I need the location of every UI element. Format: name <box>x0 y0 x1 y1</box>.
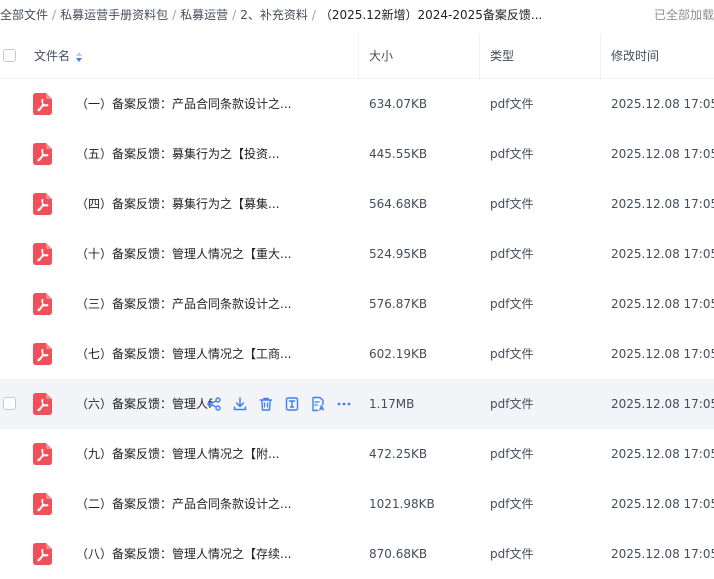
pdf-file-icon <box>33 293 52 315</box>
file-name[interactable]: （十）备案反馈：管理人情况之【重大... <box>76 229 291 279</box>
table-row[interactable]: （九）备案反馈：管理人情况之【附... 472.25KB pdf文件 2025.… <box>0 429 714 479</box>
file-size: 1021.98KB <box>369 497 435 511</box>
file-modified-time: 2025.12.08 17:05 <box>611 347 714 361</box>
file-name[interactable]: （四）备案反馈：募集行为之【募集... <box>76 179 279 229</box>
table-row[interactable]: （四）备案反馈：募集行为之【募集... 564.68KB pdf文件 2025.… <box>0 179 714 229</box>
file-modified-time: 2025.12.08 17:05 <box>611 297 714 311</box>
column-divider[interactable] <box>600 34 601 78</box>
download-icon[interactable] <box>232 396 248 412</box>
column-divider[interactable] <box>479 34 480 78</box>
file-name[interactable]: （五）备案反馈：募集行为之【投资... <box>76 129 279 179</box>
column-header-name-label: 文件名 <box>34 49 71 63</box>
file-size: 870.68KB <box>369 547 428 561</box>
delete-icon[interactable] <box>258 396 274 412</box>
column-header-size[interactable]: 大小 <box>369 34 393 78</box>
pdf-file-icon <box>33 493 52 515</box>
breadcrumb: 全部文件 / 私募运营手册资料包 / 私募运营/2、补充资料 / （2025.12新增）20… <box>0 0 714 30</box>
table-row[interactable]: （六）备案反馈：管理人f 1.17MB pdf文件 2025.12.08 17:… <box>0 379 714 429</box>
breadcrumb-separator: / <box>311 8 316 22</box>
breadcrumb-item-operations[interactable]: 私募运营 <box>180 8 228 22</box>
file-modified-time: 2025.12.08 17:05 <box>611 197 714 211</box>
file-name[interactable]: （一）备案反馈：产品合同条款设计之... <box>76 79 291 129</box>
file-modified-time: 2025.12.08 17:05 <box>611 147 714 161</box>
more-icon[interactable] <box>336 396 352 412</box>
row-checkbox[interactable] <box>3 397 16 410</box>
pdf-file-icon <box>33 243 52 265</box>
column-header-name[interactable]: 文件名 <box>34 34 84 78</box>
file-size: 472.25KB <box>369 447 428 461</box>
pdf-file-icon <box>33 143 52 165</box>
breadcrumb-separator: / <box>172 8 177 22</box>
file-type: pdf文件 <box>490 547 534 561</box>
file-modified-time: 2025.12.08 17:05 <box>611 497 714 511</box>
file-type: pdf文件 <box>490 397 534 411</box>
file-name[interactable]: （七）备案反馈：管理人情况之【工商... <box>76 329 291 379</box>
file-size: 524.95KB <box>369 247 428 261</box>
file-type: pdf文件 <box>490 97 534 111</box>
file-modified-time: 2025.12.08 17:05 <box>611 397 714 411</box>
file-modified-time: 2025.12.08 17:05 <box>611 547 714 561</box>
table-header: 文件名 大小 类型 修改时间 <box>0 34 714 79</box>
file-table: 文件名 大小 类型 修改时间 （一）备案反馈：产品合同条款设计之... 634.… <box>0 34 714 579</box>
file-size: 445.55KB <box>369 147 428 161</box>
file-size: 634.07KB <box>369 97 428 111</box>
table-row[interactable]: （一）备案反馈：产品合同条款设计之... 634.07KB pdf文件 2025… <box>0 79 714 129</box>
breadcrumb-item-all-files[interactable]: 全部文件 <box>0 8 48 22</box>
table-row[interactable]: （七）备案反馈：管理人情况之【工商... 602.19KB pdf文件 2025… <box>0 329 714 379</box>
pdf-file-icon <box>33 343 52 365</box>
file-modified-time: 2025.12.08 17:05 <box>611 247 714 261</box>
file-type: pdf文件 <box>490 197 534 211</box>
file-type: pdf文件 <box>490 297 534 311</box>
file-name[interactable]: （九）备案反馈：管理人情况之【附... <box>76 429 279 479</box>
table-body: （一）备案反馈：产品合同条款设计之... 634.07KB pdf文件 2025… <box>0 79 714 579</box>
ai-summary-icon[interactable] <box>310 396 326 412</box>
pdf-file-icon <box>33 393 52 415</box>
load-status: 已全部加载 <box>645 0 714 30</box>
file-type: pdf文件 <box>490 447 534 461</box>
share-icon[interactable] <box>206 396 222 412</box>
pdf-file-icon <box>33 443 52 465</box>
pdf-file-icon <box>33 193 52 215</box>
breadcrumb-item-current-folder: （2025.12新增）2024-2025备案反馈... <box>319 8 543 22</box>
file-name[interactable]: （三）备案反馈：产品合同条款设计之... <box>76 279 291 329</box>
column-divider[interactable] <box>358 34 359 78</box>
breadcrumb-item-pack[interactable]: 私募运营手册资料包 <box>60 8 168 22</box>
table-row[interactable]: （八）备案反馈：管理人情况之【存续... 870.68KB pdf文件 2025… <box>0 529 714 579</box>
file-name[interactable]: （六）备案反馈：管理人f <box>76 379 212 429</box>
file-name[interactable]: （八）备案反馈：管理人情况之【存续... <box>76 529 291 579</box>
breadcrumb-separator: / <box>232 8 237 22</box>
file-type: pdf文件 <box>490 247 534 261</box>
file-modified-time: 2025.12.08 17:05 <box>611 97 714 111</box>
file-size: 576.87KB <box>369 297 428 311</box>
select-all-checkbox[interactable] <box>3 49 16 62</box>
file-modified-time: 2025.12.08 17:05 <box>611 447 714 461</box>
column-header-type[interactable]: 类型 <box>490 34 514 78</box>
table-row[interactable]: （二）备案反馈：产品合同条款设计之... 1021.98KB pdf文件 202… <box>0 479 714 529</box>
file-size: 564.68KB <box>369 197 428 211</box>
file-size: 602.19KB <box>369 347 428 361</box>
file-type: pdf文件 <box>490 147 534 161</box>
row-actions <box>206 394 362 414</box>
text-extract-icon[interactable] <box>284 396 300 412</box>
pdf-file-icon <box>33 543 52 565</box>
file-type: pdf文件 <box>490 497 534 511</box>
file-name[interactable]: （二）备案反馈：产品合同条款设计之... <box>76 479 291 529</box>
breadcrumb-separator: / <box>52 8 57 22</box>
file-type: pdf文件 <box>490 347 534 361</box>
pdf-file-icon <box>33 93 52 115</box>
file-size: 1.17MB <box>369 397 415 411</box>
breadcrumb-item-supplement[interactable]: 2、补充资料 <box>240 8 308 22</box>
table-row[interactable]: （十）备案反馈：管理人情况之【重大... 524.95KB pdf文件 2025… <box>0 229 714 279</box>
sort-icon[interactable] <box>74 51 84 63</box>
table-row[interactable]: （三）备案反馈：产品合同条款设计之... 576.87KB pdf文件 2025… <box>0 279 714 329</box>
column-header-modified[interactable]: 修改时间 <box>611 34 659 78</box>
table-row[interactable]: （五）备案反馈：募集行为之【投资... 445.55KB pdf文件 2025.… <box>0 129 714 179</box>
